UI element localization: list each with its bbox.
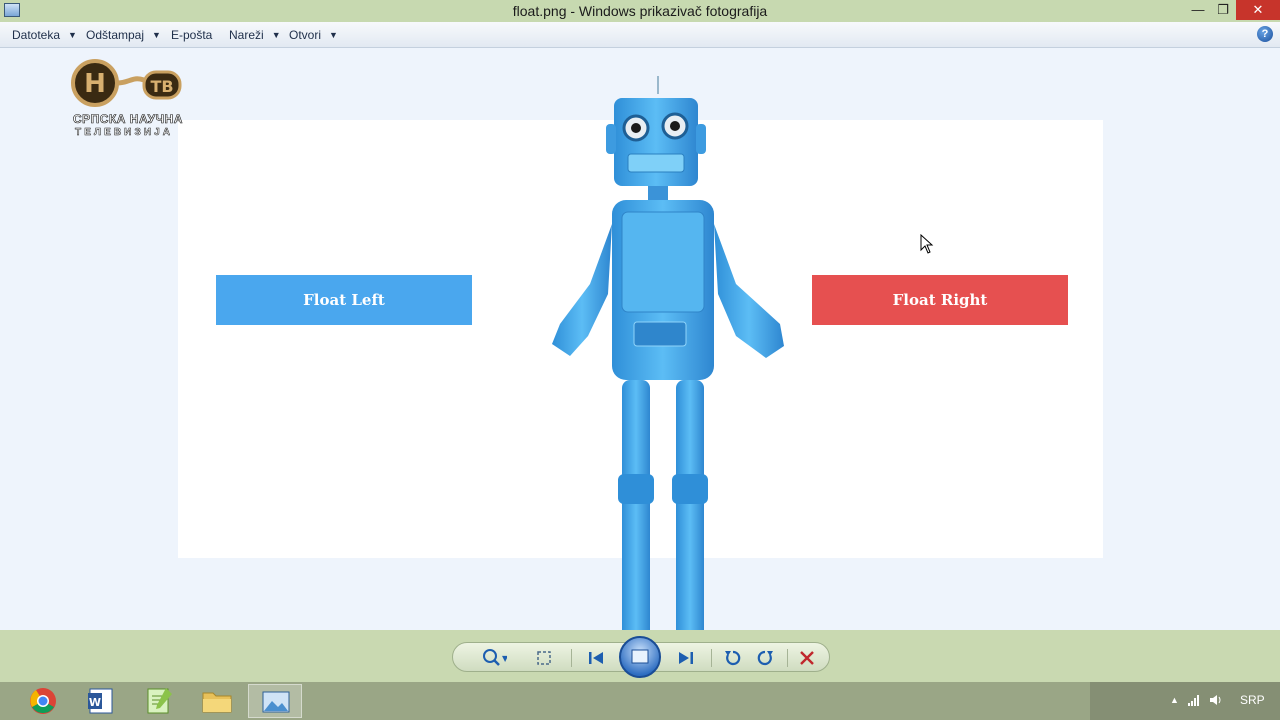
notepad-plus-plus-icon[interactable] (132, 684, 186, 718)
logo-text-line1: СРПСКА НАУЧНА (73, 112, 183, 127)
minimize-button[interactable]: — (1186, 0, 1210, 20)
close-button[interactable]: ✕ (1236, 0, 1280, 20)
actual-size-icon[interactable] (531, 643, 557, 673)
menu-narezi[interactable]: Nareži ▼ (229, 28, 281, 42)
zoom-icon[interactable]: ▼ (475, 643, 509, 673)
window-title: float.png - Windows prikazivač fotografi… (512, 3, 768, 19)
viewer-controls: ▼ (0, 630, 1280, 682)
svg-text:ТВ: ТВ (150, 77, 173, 96)
caret-down-icon: ▼ (329, 30, 338, 40)
mouse-cursor-icon (920, 234, 934, 254)
previous-icon[interactable] (581, 643, 611, 673)
separator (711, 649, 712, 667)
network-signal-icon[interactable] (1187, 693, 1201, 710)
menu-datoteka[interactable]: Datoteka ▼ (12, 28, 77, 42)
svg-text:▼: ▼ (502, 654, 507, 663)
float-right-box: Float Right (812, 275, 1068, 325)
system-tray: ▲ SRP (1090, 682, 1280, 720)
caret-down-icon: ▼ (152, 30, 161, 40)
language-indicator[interactable]: SRP (1240, 693, 1265, 707)
image-viewer-area: Float Left Float Right Н ТВ СРПСКА НАУЧН… (0, 48, 1280, 670)
rotate-counterclockwise-icon[interactable] (719, 643, 747, 673)
title-bar: float.png - Windows prikazivač fotografi… (0, 0, 1280, 22)
menu-bar: Datoteka ▼ Odštampaj ▼ E-pošta Nareži ▼ Otv… (0, 22, 1280, 48)
show-hidden-icons-icon[interactable]: ▲ (1170, 695, 1179, 705)
word-icon[interactable]: W (74, 684, 128, 718)
file-explorer-icon[interactable] (190, 684, 244, 718)
menu-eposta[interactable]: E-pošta (171, 28, 212, 42)
robot-illustration (552, 76, 784, 670)
rotate-clockwise-icon[interactable] (751, 643, 779, 673)
help-icon[interactable]: ? (1257, 26, 1273, 42)
chrome-icon[interactable] (16, 684, 70, 718)
caret-down-icon: ▼ (68, 30, 77, 40)
menu-label: Nareži (229, 28, 264, 42)
channel-logo: Н ТВ СРПСКА НАУЧНА ТЕЛЕВИЗИЈА (70, 58, 186, 142)
menu-label: Datoteka (12, 28, 61, 42)
logo-text-line2: ТЕЛЕВИЗИЈА (75, 127, 174, 139)
menu-odstampaj[interactable]: Odštampaj ▼ (86, 28, 161, 42)
delete-icon[interactable] (793, 643, 821, 673)
maximize-button[interactable]: ❐ (1210, 0, 1236, 20)
slideshow-icon[interactable] (619, 636, 661, 678)
menu-label: Odštampaj (86, 28, 145, 42)
menu-label: E-pošta (171, 28, 213, 42)
next-icon[interactable] (671, 643, 701, 673)
separator (787, 649, 788, 667)
separator (571, 649, 572, 667)
svg-text:Н: Н (84, 69, 106, 99)
taskbar: W ▲ SRP (0, 682, 1280, 720)
volume-icon[interactable] (1209, 693, 1223, 710)
menu-otvori[interactable]: Otvori ▼ (289, 28, 338, 42)
key-logo-icon: Н ТВ (71, 59, 182, 107)
menu-label: Otvori (289, 28, 322, 42)
svg-text:W: W (89, 696, 101, 709)
float-left-box: Float Left (216, 275, 472, 325)
caret-down-icon: ▼ (271, 30, 281, 40)
photo-viewer-taskbar-icon[interactable] (248, 684, 302, 718)
